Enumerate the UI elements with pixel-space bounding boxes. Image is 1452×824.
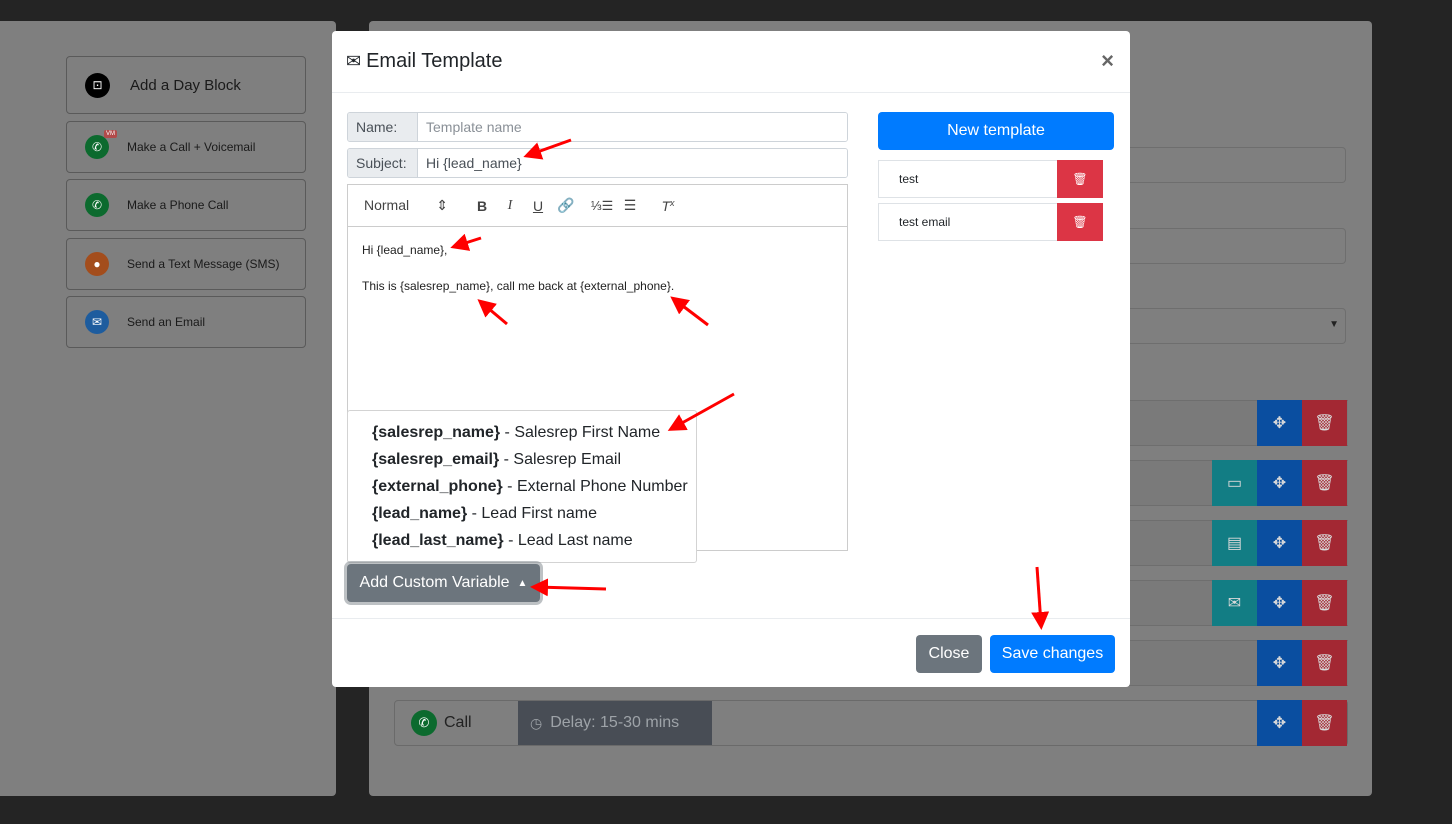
sidebar-block-phone-call[interactable]: ✆ Make a Phone Call xyxy=(66,179,306,231)
move-icon[interactable]: ✥ xyxy=(1257,520,1302,566)
add-custom-variable-label: Add Custom Variable xyxy=(359,574,510,591)
block-label: Add a Day Block xyxy=(130,76,241,94)
voicemail-icon[interactable]: ▭ xyxy=(1212,460,1257,506)
message-icon[interactable]: ▤ xyxy=(1212,520,1257,566)
bg-select: ▼ xyxy=(1129,308,1346,344)
template-name[interactable]: test email xyxy=(879,215,1057,229)
sidebar-block-call-voicemail[interactable]: ✆ VM Make a Call + Voicemail xyxy=(66,121,306,173)
email-icon[interactable]: ✉ xyxy=(1212,580,1257,626)
template-name[interactable]: test xyxy=(879,172,1057,186)
editor-line: Hi {lead_name}, xyxy=(362,243,448,257)
format-select[interactable]: Normal ⇕ xyxy=(364,197,448,214)
variable-item[interactable]: {salesrep_name} - Salesrep First Name xyxy=(348,419,696,446)
trash-icon[interactable]: 🗑 xyxy=(1302,640,1347,686)
variables-dropdown-menu: {salesrep_name} - Salesrep First Name {s… xyxy=(347,410,697,563)
block-label: Send an Email xyxy=(127,315,206,329)
format-select-value: Normal xyxy=(364,197,410,213)
phone-voicemail-icon: ✆ VM xyxy=(85,130,117,159)
sidebar-block-email[interactable]: ✉ Send an Email xyxy=(66,296,306,348)
subject-field-group: Subject: xyxy=(347,148,848,178)
name-field-group: Name: xyxy=(347,112,848,142)
trash-icon[interactable]: 🗑 xyxy=(1057,203,1103,241)
template-list-item: test 🗑 xyxy=(878,160,1103,198)
envelope-icon: ✉ xyxy=(346,51,362,71)
link-icon[interactable]: 🔗 xyxy=(552,197,580,214)
editor-content[interactable]: Hi {lead_name}, This is {salesrep_name},… xyxy=(348,227,847,327)
sidebar-panel: ⊡ Add a Day Block ✆ VM Make a Call + Voic… xyxy=(0,21,336,796)
move-icon[interactable]: ✥ xyxy=(1257,460,1302,506)
bg-input-2 xyxy=(1129,228,1346,264)
move-icon[interactable]: ✥ xyxy=(1257,700,1302,746)
calendar-add-icon: ⊡ xyxy=(85,72,110,98)
delay-step: ◷ Delay: 15-30 mins xyxy=(518,701,712,745)
close-icon[interactable]: × xyxy=(1101,48,1114,74)
sidebar-block-add-day[interactable]: ⊡ Add a Day Block xyxy=(66,56,306,114)
subject-input[interactable] xyxy=(418,149,847,177)
trash-icon[interactable]: 🗑 xyxy=(1302,700,1347,746)
call-step: ✆ Call xyxy=(395,701,518,745)
template-name-input[interactable] xyxy=(418,113,847,141)
save-changes-button[interactable]: Save changes xyxy=(990,635,1115,673)
delay-label: Delay: 15-30 mins xyxy=(550,714,680,731)
updown-icon: ⇕ xyxy=(436,197,448,213)
move-icon[interactable]: ✥ xyxy=(1257,580,1302,626)
call-label: Call xyxy=(444,714,472,731)
modal-title: ✉ Email Template xyxy=(346,50,502,73)
modal-footer: Close Save changes xyxy=(332,618,1130,688)
editor-line: This is {salesrep_name}, call me back at… xyxy=(362,279,675,293)
name-label: Name: xyxy=(348,113,418,141)
close-button[interactable]: Close xyxy=(916,635,982,673)
italic-icon[interactable]: I xyxy=(496,198,524,214)
modal-header: ✉ Email Template × xyxy=(332,31,1130,93)
bold-icon[interactable]: B xyxy=(468,198,496,214)
variable-item[interactable]: {lead_name} - Lead First name xyxy=(348,500,696,527)
email-icon: ✉ xyxy=(85,310,109,334)
trash-icon[interactable]: 🗑 xyxy=(1057,160,1103,198)
block-label: Send a Text Message (SMS) xyxy=(127,257,280,271)
sidebar-block-sms[interactable]: ● Send a Text Message (SMS) xyxy=(66,238,306,290)
trash-icon[interactable]: 🗑 xyxy=(1302,460,1347,506)
phone-icon: ✆ xyxy=(411,710,437,736)
block-label: Make a Phone Call xyxy=(127,198,229,212)
variable-item[interactable]: {external_phone} - External Phone Number xyxy=(348,473,696,500)
block-label: Make a Call + Voicemail xyxy=(127,140,256,154)
modal-title-text: Email Template xyxy=(366,50,503,72)
vm-badge: VM xyxy=(104,130,117,138)
trash-icon[interactable]: 🗑 xyxy=(1302,400,1347,446)
bullet-list-icon[interactable]: ☰ xyxy=(616,197,644,214)
subject-label: Subject: xyxy=(348,149,418,177)
variable-item[interactable]: {salesrep_email} - Salesrep Email xyxy=(348,446,696,473)
caret-down-icon: ▼ xyxy=(1329,319,1339,330)
editor-toolbar: Normal ⇕ B I U 🔗 ⅓☰ ☰ Tx xyxy=(348,185,847,227)
clear-format-icon[interactable]: Tx xyxy=(654,198,682,214)
caret-up-icon: ▲ xyxy=(517,577,528,589)
move-icon[interactable]: ✥ xyxy=(1257,400,1302,446)
email-template-modal: ✉ Email Template × Name: Subject: Normal… xyxy=(332,31,1130,687)
ordered-list-icon[interactable]: ⅓☰ xyxy=(588,198,616,214)
move-icon[interactable]: ✥ xyxy=(1257,640,1302,686)
sms-icon: ● xyxy=(85,252,109,276)
template-list-item: test email 🗑 xyxy=(878,203,1103,241)
workflow-row-call: ✆ Call ◷ Delay: 15-30 mins xyxy=(394,700,1348,746)
calendar-clock-icon: ◷ xyxy=(530,714,543,731)
variable-item[interactable]: {lead_last_name} - Lead Last name xyxy=(348,527,696,554)
underline-icon[interactable]: U xyxy=(524,198,552,214)
new-template-button[interactable]: New template xyxy=(878,112,1114,150)
trash-icon[interactable]: 🗑 xyxy=(1302,520,1347,566)
phone-icon: ✆ xyxy=(85,193,109,217)
bg-input-1 xyxy=(1129,147,1346,183)
add-custom-variable-button[interactable]: Add Custom Variable ▲ xyxy=(347,564,540,602)
trash-icon[interactable]: 🗑 xyxy=(1302,580,1347,626)
